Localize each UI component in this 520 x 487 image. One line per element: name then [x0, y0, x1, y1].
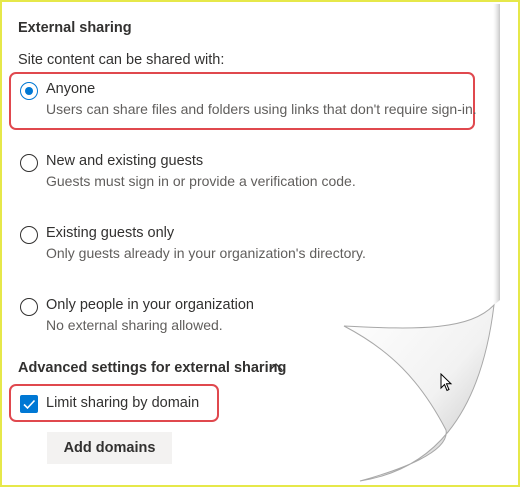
external-sharing-title: External sharing [18, 20, 132, 36]
option-label-existing-guests-only: Existing guests only [46, 225, 175, 241]
checkmark-icon [23, 399, 36, 410]
option-label-new-and-existing-guests: New and existing guests [46, 153, 204, 169]
share-with-subtitle: Site content can be shared with: [18, 52, 225, 68]
radio-button[interactable] [20, 298, 38, 316]
mouse-cursor-icon [440, 373, 453, 392]
option-description-new-and-existing-guests: Guests must sign in or provide a verific… [46, 173, 356, 189]
option-description-existing-guests-only: Only guests already in your organization… [46, 245, 366, 261]
chevron-up-icon[interactable] [268, 361, 284, 373]
advanced-settings-title: Advanced settings for external sharing [18, 360, 287, 376]
limit-sharing-checkbox[interactable] [20, 395, 38, 413]
option-label-anyone: Anyone [46, 81, 96, 97]
option-label-only-people-in-org: Only people in your organization [46, 297, 254, 313]
add-domains-button[interactable]: Add domains [47, 432, 172, 464]
radio-button[interactable] [20, 226, 38, 244]
radio-button-selected[interactable] [20, 82, 38, 100]
radio-button[interactable] [20, 154, 38, 172]
limit-sharing-label: Limit sharing by domain [46, 395, 200, 411]
option-description-anyone: Users can share files and folders using … [46, 101, 477, 117]
option-description-only-people-in-org: No external sharing allowed. [46, 317, 223, 333]
